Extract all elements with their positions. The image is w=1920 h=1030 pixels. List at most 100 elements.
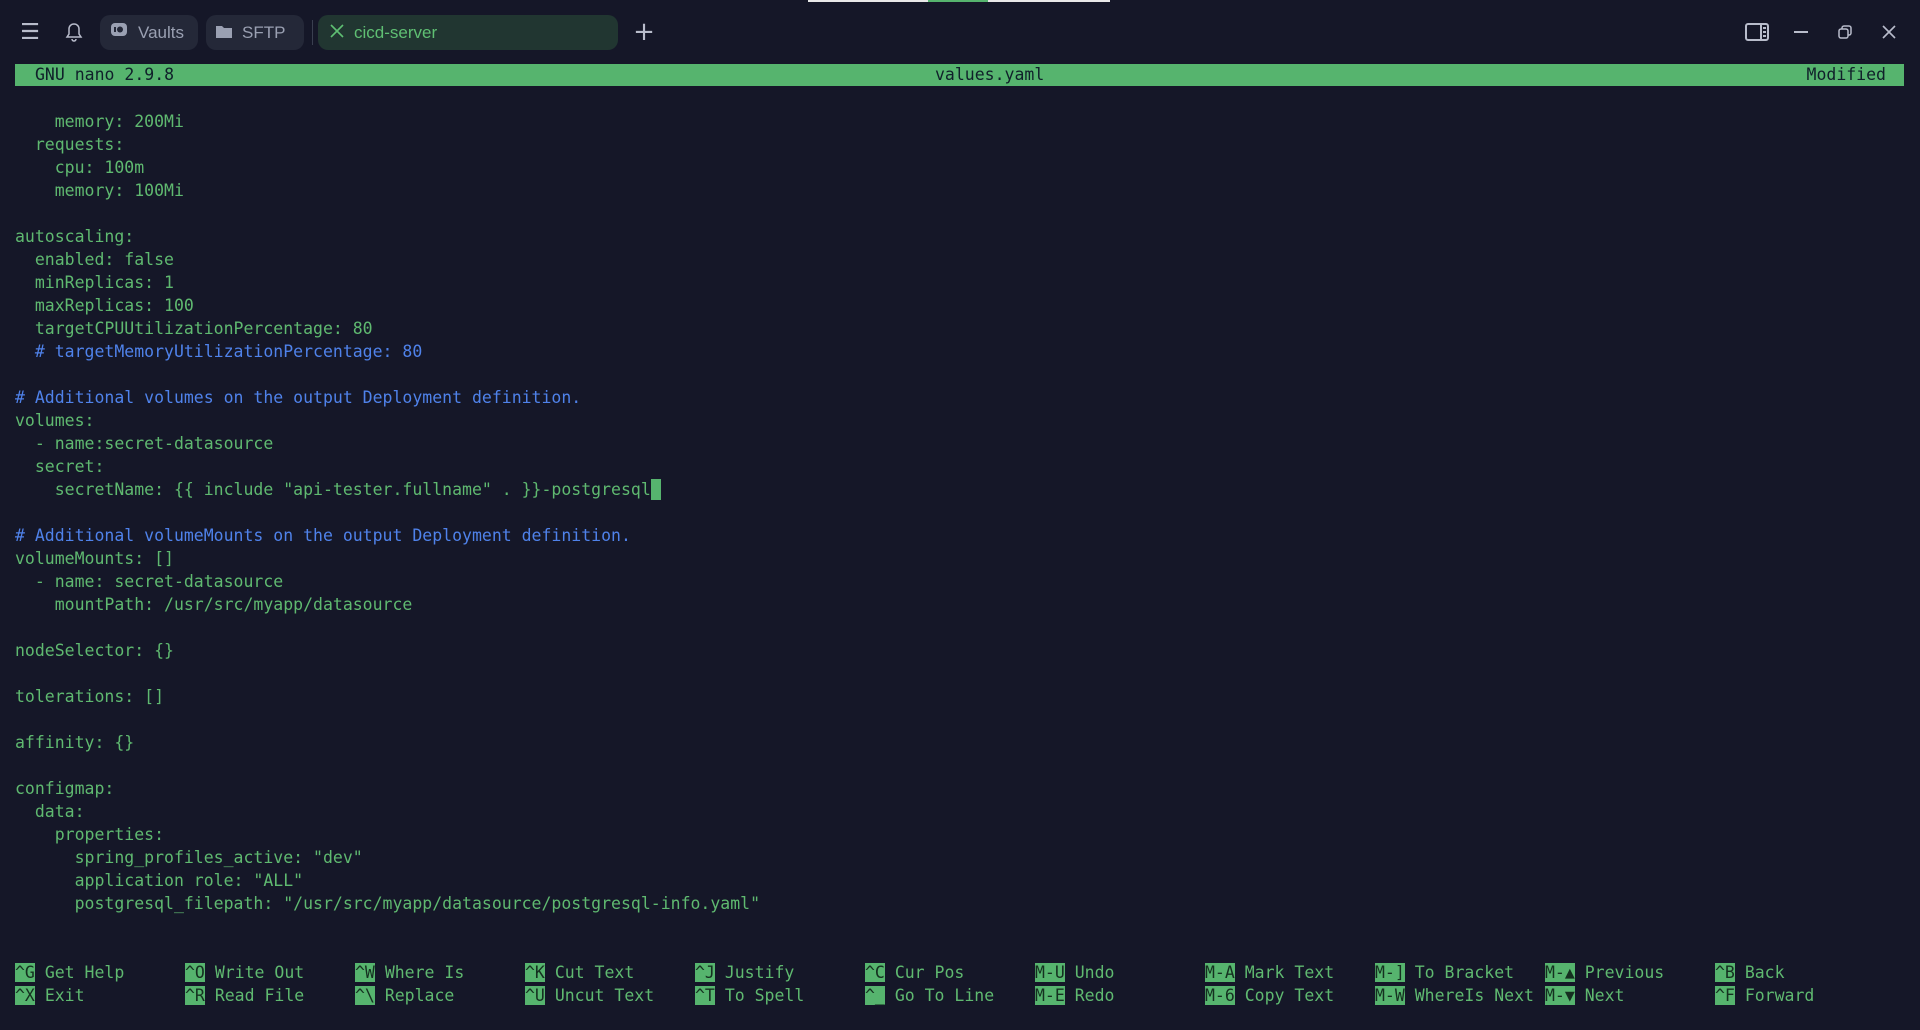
shortcut-undo[interactable]: M-U Undo xyxy=(1035,961,1115,984)
code-line[interactable]: cpu: 100m xyxy=(15,156,760,179)
shortcut-next[interactable]: M-▼ Next xyxy=(1545,984,1625,1007)
code-line[interactable]: minReplicas: 1 xyxy=(15,271,760,294)
shortcut-copy-text[interactable]: M-6 Copy Text xyxy=(1205,984,1334,1007)
plus-icon[interactable]: + xyxy=(630,17,658,47)
shortcut-label: Go To Line xyxy=(894,986,995,1005)
line-text: secret: xyxy=(15,457,105,476)
code-line[interactable]: tolerations: [] xyxy=(15,685,760,708)
shortcut-justify[interactable]: ^J Justify xyxy=(695,961,794,984)
code-line[interactable]: secretName: {{ include "api-tester.fulln… xyxy=(15,478,760,501)
line-text: configmap: xyxy=(15,779,115,798)
shortcut-replace[interactable]: ^\ Replace xyxy=(355,984,454,1007)
code-line[interactable]: - name:secret-datasource xyxy=(15,432,760,455)
shortcut-whereis-next[interactable]: M-W WhereIs Next xyxy=(1375,984,1534,1007)
loading-indicator xyxy=(808,0,1110,2)
shortcut-key: ^C xyxy=(865,963,885,982)
code-line[interactable]: configmap: xyxy=(15,777,760,800)
code-line[interactable]: mountPath: /usr/src/myapp/datasource xyxy=(15,593,760,616)
close-icon[interactable] xyxy=(1877,20,1901,44)
code-line[interactable]: nodeSelector: {} xyxy=(15,639,760,662)
code-line[interactable] xyxy=(15,501,760,524)
line-text: # Additional volumes on the output Deplo… xyxy=(15,388,582,407)
shortcut-previous[interactable]: M-▲ Previous xyxy=(1545,961,1664,984)
tab-sftp[interactable]: SFTP xyxy=(206,15,304,50)
code-line[interactable] xyxy=(15,616,760,639)
editor-buffer[interactable]: memory: 200Mi requests: cpu: 100m memory… xyxy=(15,110,760,915)
line-text: mountPath: /usr/src/myapp/datasource xyxy=(15,595,413,614)
code-line[interactable]: application role: "ALL" xyxy=(15,869,760,892)
hamburger-menu-icon[interactable]: ☰ xyxy=(16,18,44,46)
code-line[interactable] xyxy=(15,708,760,731)
shortcut-get-help[interactable]: ^G Get Help xyxy=(15,961,124,984)
shortcut-read-file[interactable]: ^R Read File xyxy=(185,984,304,1007)
code-line[interactable]: properties: xyxy=(15,823,760,846)
shortcut-redo[interactable]: M-E Redo xyxy=(1035,984,1115,1007)
code-line[interactable]: volumes: xyxy=(15,409,760,432)
code-line[interactable] xyxy=(15,662,760,685)
shortcut-where-is[interactable]: ^W Where Is xyxy=(355,961,464,984)
restore-icon[interactable] xyxy=(1833,20,1857,44)
code-line[interactable]: maxReplicas: 100 xyxy=(15,294,760,317)
shortcut-key: M-▼ xyxy=(1545,986,1575,1005)
line-text: requests: xyxy=(15,135,125,154)
close-icon[interactable] xyxy=(330,23,344,43)
shortcut-go-to-line[interactable]: ^_ Go To Line xyxy=(865,984,994,1007)
line-text: minReplicas: 1 xyxy=(15,273,174,292)
app-topbar: ☰ Vaults SFTP cicd-server + xyxy=(0,0,1920,60)
shortcut-key: ^\ xyxy=(355,986,375,1005)
line-text: enabled: false xyxy=(15,250,174,269)
minimize-icon[interactable] xyxy=(1789,20,1813,44)
shortcut-back[interactable]: ^B Back xyxy=(1715,961,1785,984)
tab-cicd-server[interactable]: cicd-server xyxy=(318,15,618,50)
code-line[interactable]: targetCPUUtilizationPercentage: 80 xyxy=(15,317,760,340)
shortcut-key: M-] xyxy=(1375,963,1405,982)
code-line[interactable]: autoscaling: xyxy=(15,225,760,248)
code-line[interactable]: - name: secret-datasource xyxy=(15,570,760,593)
code-line[interactable]: postgresql_filepath: "/usr/src/myapp/dat… xyxy=(15,892,760,915)
line-text: application role: "ALL" xyxy=(15,871,304,890)
code-line[interactable]: enabled: false xyxy=(15,248,760,271)
code-line[interactable] xyxy=(15,754,760,777)
shortcut-uncut-text[interactable]: ^U Uncut Text xyxy=(525,984,654,1007)
shortcut-label: Back xyxy=(1744,963,1785,982)
shortcut-to-bracket[interactable]: M-] To Bracket xyxy=(1375,961,1514,984)
code-line[interactable]: memory: 100Mi xyxy=(15,179,760,202)
shortcut-label: Exit xyxy=(44,986,85,1005)
code-line[interactable]: requests: xyxy=(15,133,760,156)
shortcut-label: Write Out xyxy=(214,963,305,982)
line-text: postgresql_filepath: "/usr/src/myapp/dat… xyxy=(15,894,761,913)
code-line[interactable]: secret: xyxy=(15,455,760,478)
shortcut-label: To Spell xyxy=(724,986,805,1005)
line-text: volumes: xyxy=(15,411,95,430)
comment-line[interactable]: # Additional volumes on the output Deplo… xyxy=(15,386,760,409)
shortcut-to-spell[interactable]: ^T To Spell xyxy=(695,984,804,1007)
shortcut-label: Mark Text xyxy=(1244,963,1335,982)
tab-vaults[interactable]: Vaults xyxy=(100,15,198,50)
shortcut-label: To Bracket xyxy=(1414,963,1515,982)
code-line[interactable]: affinity: {} xyxy=(15,731,760,754)
code-line[interactable]: memory: 200Mi xyxy=(15,110,760,133)
shortcut-cut-text[interactable]: ^K Cut Text xyxy=(525,961,634,984)
tab-separator xyxy=(312,20,313,45)
shortcut-key: M-6 xyxy=(1205,986,1235,1005)
line-text: - name:secret-datasource xyxy=(15,434,274,453)
shortcut-mark-text[interactable]: M-A Mark Text xyxy=(1205,961,1334,984)
shortcut-write-out[interactable]: ^O Write Out xyxy=(185,961,304,984)
code-line[interactable]: spring_profiles_active: "dev" xyxy=(15,846,760,869)
code-line[interactable]: data: xyxy=(15,800,760,823)
bell-icon[interactable] xyxy=(60,18,88,46)
code-line[interactable] xyxy=(15,363,760,386)
code-line[interactable] xyxy=(15,202,760,225)
shortcut-label: Where Is xyxy=(384,963,465,982)
line-text: volumeMounts: [] xyxy=(15,549,174,568)
shortcut-exit[interactable]: ^X Exit xyxy=(15,984,85,1007)
shortcut-key: ^J xyxy=(695,963,715,982)
code-line[interactable]: volumeMounts: [] xyxy=(15,547,760,570)
shortcut-cur-pos[interactable]: ^C Cur Pos xyxy=(865,961,964,984)
shortcut-forward[interactable]: ^F Forward xyxy=(1715,984,1814,1007)
comment-line[interactable]: # Additional volumeMounts on the output … xyxy=(15,524,760,547)
line-text: maxReplicas: 100 xyxy=(15,296,194,315)
sidebar-toggle-icon[interactable] xyxy=(1744,20,1770,44)
comment-line[interactable]: # targetMemoryUtilizationPercentage: 80 xyxy=(15,340,760,363)
shortcut-key: M-U xyxy=(1035,963,1065,982)
